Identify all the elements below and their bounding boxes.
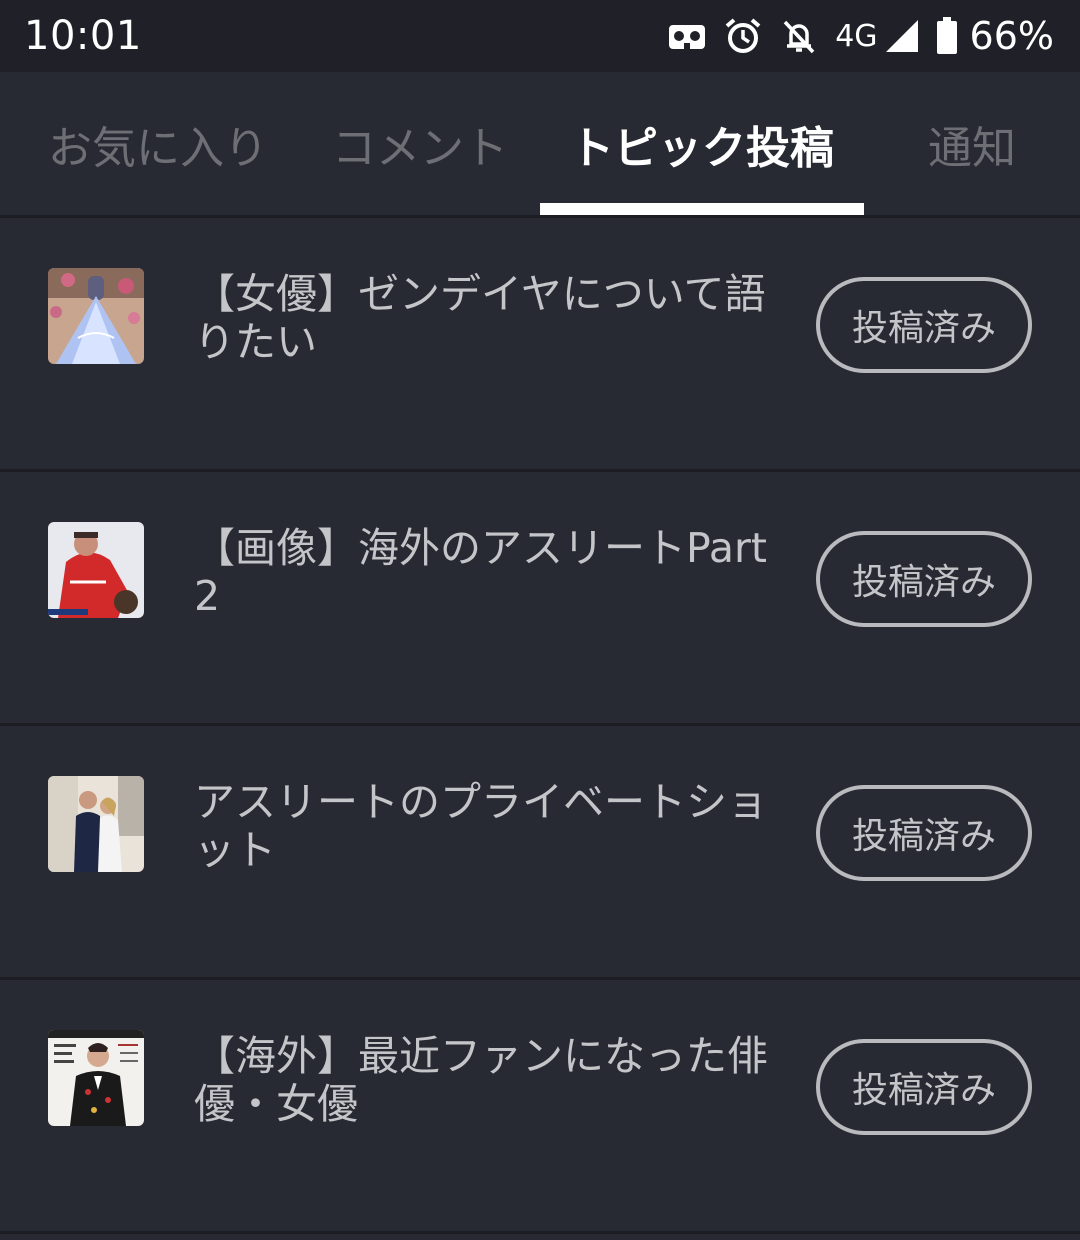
- tab-bar: お気に入り コメント トピック投稿 通知: [0, 72, 1080, 218]
- topic-title: 【海外】最近ファンになった俳優・女優: [194, 1032, 768, 1128]
- list-item[interactable]: 【海外】最近ファンになった俳優・女優 投稿済み: [0, 980, 1080, 1234]
- network-type: 4G: [835, 18, 878, 54]
- notifications-off-icon: [779, 16, 819, 56]
- battery-percent: 66%: [969, 14, 1054, 58]
- thumbnail-image: [48, 268, 144, 364]
- tab-comments[interactable]: コメント: [320, 72, 520, 215]
- topic-title: 【女優】ゼンデイヤについて語りたい: [194, 270, 766, 366]
- status-icons: 4G 66%: [667, 14, 1054, 58]
- thumbnail-image: [48, 522, 144, 618]
- battery-icon: [936, 17, 958, 55]
- clock: 10:01: [24, 13, 142, 59]
- vr-icon: [667, 19, 707, 53]
- thumbnail-image: [48, 1030, 144, 1126]
- alarm-icon: [723, 16, 763, 56]
- posted-status-button[interactable]: 投稿済み: [816, 785, 1032, 881]
- active-tab-indicator: [540, 203, 864, 215]
- tab-topic-posts[interactable]: トピック投稿: [540, 72, 864, 215]
- tab-favorites[interactable]: お気に入り: [40, 72, 276, 215]
- tab-label: トピック投稿: [570, 122, 834, 174]
- posted-status-button[interactable]: 投稿済み: [816, 277, 1032, 373]
- list-item[interactable]: アスリートのプライベートショット 投稿済み: [0, 726, 1080, 980]
- tab-label: お気に入り: [48, 122, 268, 174]
- signal-icon: [884, 18, 920, 54]
- thumbnail-image: [48, 776, 144, 872]
- topic-list: 【女優】ゼンデイヤについて語りたい 投稿済み 【画像】海外のアスリートPart …: [0, 218, 1080, 1234]
- tab-label: 通知: [928, 122, 1016, 174]
- posted-status-button[interactable]: 投稿済み: [816, 531, 1032, 627]
- topic-title: 【画像】海外のアスリートPart 2: [194, 524, 767, 620]
- posted-status-button[interactable]: 投稿済み: [816, 1039, 1032, 1135]
- tab-label: コメント: [332, 122, 508, 174]
- list-item[interactable]: 【女優】ゼンデイヤについて語りたい 投稿済み: [0, 218, 1080, 472]
- list-item[interactable]: 【画像】海外のアスリートPart 2 投稿済み: [0, 472, 1080, 726]
- topic-title: アスリートのプライベートショット: [194, 778, 768, 874]
- status-bar: 10:01 4G 66%: [0, 0, 1080, 72]
- tab-notifications[interactable]: 通知: [900, 72, 1044, 215]
